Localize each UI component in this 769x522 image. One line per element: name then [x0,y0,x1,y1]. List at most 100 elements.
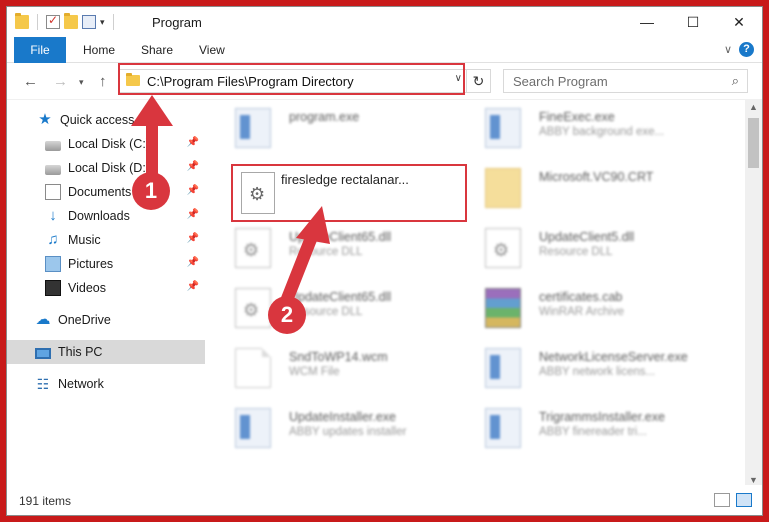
sidebar-item-quick-access[interactable]: ★ Quick access [7,108,205,132]
file-item[interactable]: certificates.cab WinRAR Archive [457,280,707,336]
maximize-button[interactable]: ☐ [670,7,716,37]
sidebar-item-label: Local Disk (D:) [68,161,150,175]
sidebar-item-this-pc[interactable]: This PC [7,340,205,364]
pin-icon[interactable]: 📌 [187,137,199,148]
file-name: NetworkLicenseServer.exe [539,350,688,364]
file-name: UpdateInstaller.exe [289,410,397,424]
file-item[interactable]: Microsoft.VC90.CRT [457,160,707,216]
file-item[interactable]: TrigrammsInstaller.exe ABBY finereader t… [457,400,707,456]
sidebar-item-label: Downloads [68,209,130,223]
tab-view[interactable]: View [191,37,233,63]
quick-access-toolbar: ▾ [15,13,118,31]
properties-check-icon[interactable] [46,13,60,29]
new-folder-icon[interactable] [64,13,78,29]
scroll-down-icon[interactable]: ▼ [749,475,758,485]
file-description: ABBY network licens... [539,366,656,378]
search-input[interactable]: Search Program [513,74,608,89]
sidebar-item-videos[interactable]: Videos 📌 [7,276,205,300]
file-item[interactable]: program.exe [207,100,457,156]
details-view-icon[interactable] [714,493,730,507]
pin-icon[interactable]: 📌 [187,185,199,196]
file-item[interactable]: ⚙ UpdateClient65.dll Resource DLL [207,220,457,276]
file-item[interactable]: UpdateInstaller.exe ABBY updates install… [207,400,457,456]
file-item[interactable]: NetworkLicenseServer.exe ABBY network li… [457,340,707,396]
tab-home[interactable]: Home [75,37,123,63]
videos-icon [45,280,61,296]
search-box[interactable]: Search Program ⌕ [503,69,748,93]
file-name: program.exe [289,110,360,124]
file-name: UpdateClient65.dll [289,230,392,244]
file-item[interactable]: ⚙ UpdateClient65.dll Resource DLL [207,280,457,336]
sidebar-item-label: Local Disk (C:) [68,137,150,151]
help-icon[interactable]: ? [739,42,754,57]
folder-icon [485,168,521,208]
star-icon: ★ [38,111,52,128]
step-2-badge: 2 [268,296,306,334]
sidebar-item-network[interactable]: ☷ Network [7,372,205,396]
this-pc-icon [35,347,51,359]
pin-icon[interactable]: 📌 [187,209,199,220]
sidebar-item-label: Pictures [68,257,114,271]
file-item[interactable]: ⚙ UpdateClient5.dll Resource DLL [457,220,707,276]
refresh-button[interactable]: ↻ [466,70,490,92]
sidebar-item-pictures[interactable]: Pictures 📌 [7,252,205,276]
pin-icon[interactable]: 📌 [187,161,199,172]
file-description: WCM File [289,366,340,378]
network-icon: ☷ [36,376,50,392]
search-icon[interactable]: ⌕ [732,73,739,89]
file-name: certificates.cab [539,290,623,304]
file-item[interactable]: SndToWP14.wcm WCM File [207,340,457,396]
back-button[interactable]: ← [23,73,38,90]
tab-share[interactable]: Share [133,37,181,63]
sidebar-item-label: Music [68,233,101,247]
app-icon [485,408,521,448]
sidebar-item-label: OneDrive [58,313,111,327]
sidebar-item-music[interactable]: ♫ Music 📌 [7,228,205,252]
pin-icon[interactable]: 📌 [187,233,199,244]
view-options-icon[interactable] [82,15,96,29]
expand-ribbon-chevron-icon[interactable]: ∨ [724,43,732,56]
pin-icon[interactable]: 📌 [187,257,199,268]
scroll-up-icon[interactable]: ▲ [749,102,758,112]
file-description: ABBY background exe... [539,126,665,138]
file-name: UpdateClient5.dll [539,230,635,244]
highlighted-file-item[interactable]: ⚙ firesledge rectalanar... [231,164,467,222]
large-icons-view-icon[interactable] [736,493,752,507]
up-button[interactable]: ↑ [99,73,107,90]
minimize-button[interactable]: — [624,7,670,37]
file-item[interactable]: FineExec.exe ABBY background exe... [457,100,707,156]
toolbar-divider [112,14,114,30]
customize-toolbar-arrow-icon[interactable]: ▾ [100,17,105,28]
recent-locations-button[interactable]: ▾ [79,77,84,88]
close-button[interactable]: ✕ [716,7,762,37]
sidebar-item-documents[interactable]: Documents 📌 [7,180,205,204]
document-icon [235,348,271,388]
sidebar-item-downloads[interactable]: ↓ Downloads 📌 [7,204,205,228]
sidebar-item-local-disk-c[interactable]: Local Disk (C:) 📌 [7,132,205,156]
archive-icon [485,288,521,328]
file-name: FineExec.exe [539,110,615,124]
scrollbar-thumb[interactable] [748,118,759,168]
app-icon [235,408,271,448]
address-highlight-box [118,63,465,95]
app-icon [235,108,271,148]
file-description: ABBY finereader tri... [539,426,647,438]
file-name: firesledge rectalanar... [281,172,409,187]
toolbar-divider [37,14,38,30]
disk-icon [45,164,61,175]
file-description: ABBY updates installer [289,426,407,438]
music-icon: ♫ [47,231,59,248]
pin-icon[interactable]: 📌 [187,281,199,292]
sidebar-item-label: Documents [68,185,132,199]
file-description: WinRAR Archive [539,306,624,318]
sidebar-item-local-disk-d[interactable]: Local Disk (D:) 📌 [7,156,205,180]
sidebar-item-onedrive[interactable]: ☁ OneDrive [7,308,205,332]
sidebar-item-label: Videos [68,281,106,295]
content-area: ★ Quick access Local Disk (C:) 📌 Local D… [7,99,762,487]
app-icon [485,348,521,388]
pictures-icon [45,256,61,272]
window-controls: — ☐ ✕ [624,7,762,37]
gear-file-icon: ⚙ [235,228,271,268]
forward-button[interactable]: → [53,73,68,90]
vertical-scrollbar[interactable]: ▲ ▼ [745,100,762,487]
